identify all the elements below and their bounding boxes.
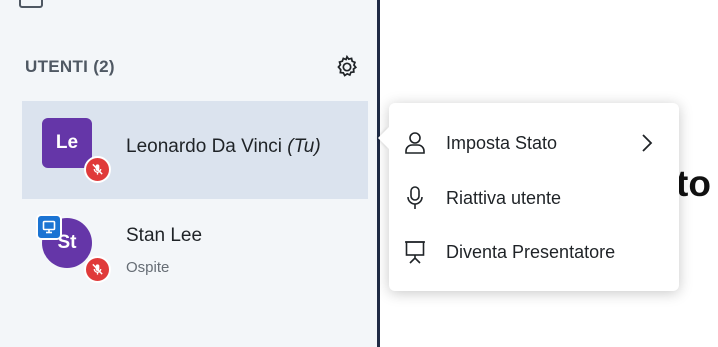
background-title-fragment: to: [676, 163, 711, 204]
menu-item-make-presenter[interactable]: Diventa Presentatore: [389, 230, 679, 274]
users-title: UTENTI (2): [25, 57, 115, 76]
menu-item-label: Imposta Stato: [446, 133, 558, 153]
microphone-icon: [407, 186, 423, 209]
user-name: Leonardo Da Vinci (Tu): [126, 136, 321, 158]
menu-item-unmute-user[interactable]: Riattiva utente: [389, 176, 679, 220]
avatar: Le: [42, 118, 92, 168]
user-row-stan[interactable]: St Stan Lee Ospite: [22, 201, 368, 299]
user-role: Ospite: [126, 259, 170, 276]
menu-item-label: Diventa Presentatore: [446, 242, 616, 262]
gear-icon[interactable]: [334, 54, 360, 80]
you-tag: (Tu): [287, 136, 321, 157]
user-context-menu: Imposta Stato Riattiva utente Diventa Pr…: [378, 103, 679, 291]
menu-item-label: Riattiva utente: [446, 188, 562, 208]
user-list-panel: UTENTI (2) Le Leonardo Da Vinci (Tu) St: [0, 0, 378, 347]
sidebar-divider: [377, 0, 380, 347]
chat-icon[interactable]: [18, 0, 44, 14]
presenter-icon: [36, 214, 62, 240]
muted-icon: [84, 156, 111, 183]
user-name: Stan Lee: [126, 225, 203, 246]
menu-pointer: [378, 127, 389, 149]
users-section-header: UTENTI (2): [0, 44, 378, 92]
muted-icon: [84, 256, 111, 283]
presentation-icon: [405, 241, 425, 264]
user-status-icon: [405, 132, 425, 154]
user-row-leonardo[interactable]: Le Leonardo Da Vinci (Tu): [22, 101, 368, 199]
menu-item-set-status[interactable]: Imposta Stato: [389, 121, 679, 165]
user-name-text: Leonardo Da Vinci: [126, 136, 282, 157]
chevron-right-icon: [642, 134, 653, 152]
